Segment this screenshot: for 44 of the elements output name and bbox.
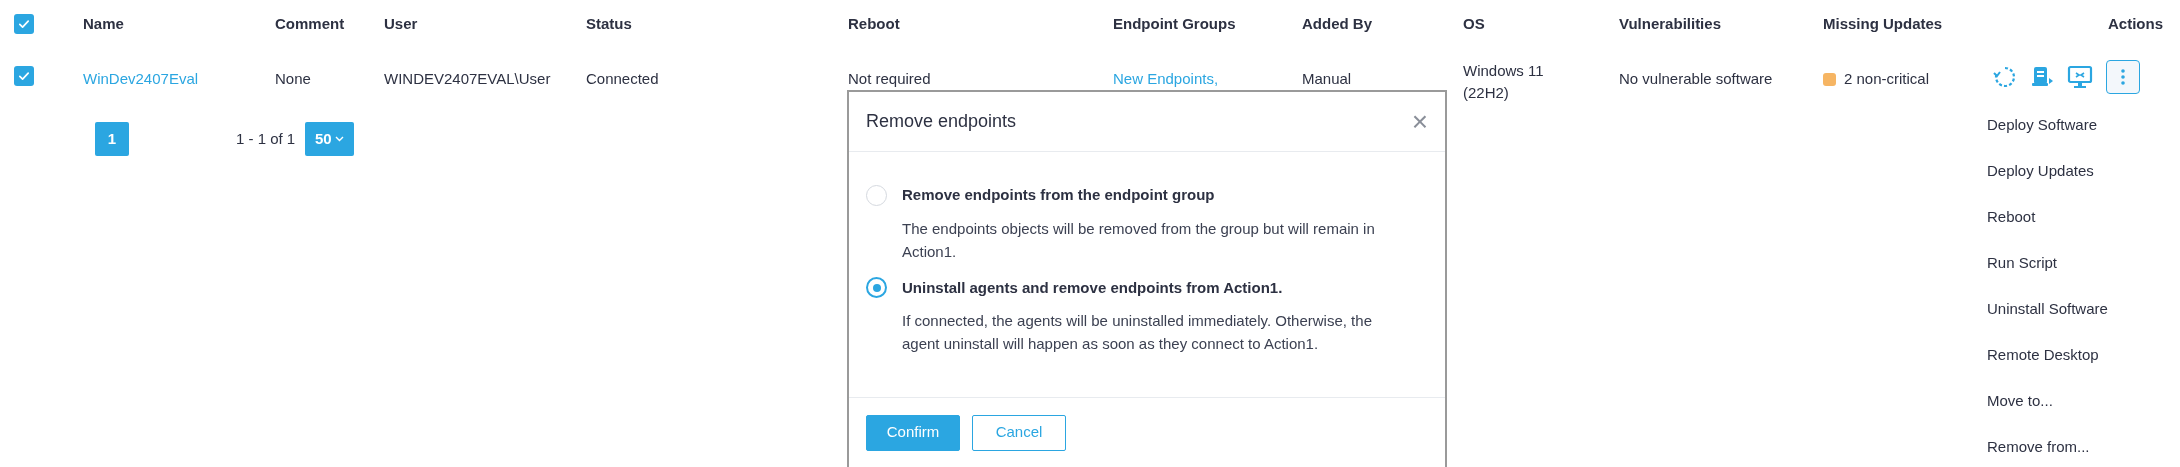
- column-header: Vulnerabilities: [1619, 15, 1721, 32]
- dialog-title: Remove endpoints: [866, 110, 1017, 133]
- checkbox[interactable]: [14, 14, 34, 34]
- table-cell-text: No vulnerable software: [1619, 69, 1774, 89]
- table-cell-text: Windows 11 (22H2): [1463, 61, 1545, 103]
- table-cell-text: Connected: [586, 69, 660, 89]
- page-range: 1 - 1 of 1: [236, 128, 297, 149]
- menu-item[interactable]: Deploy Software: [1972, 102, 2172, 148]
- table-cell-text: None: [275, 69, 312, 89]
- table-cell-text: Manual: [1302, 69, 1353, 89]
- script-play-icon[interactable]: [2030, 65, 2054, 89]
- option-description: The endpoints objects will be removed from the group but will remain in Action1.: [901, 218, 1376, 262]
- column-header: Added By: [1302, 15, 1372, 32]
- check-icon: [17, 17, 31, 31]
- menu-item[interactable]: Reboot: [1972, 194, 2172, 240]
- table-cell-text: Not required: [848, 69, 932, 89]
- column-header: User: [384, 15, 418, 32]
- column-header: OS: [1463, 15, 1485, 32]
- column-header: Missing Updates: [1823, 15, 1943, 32]
- column-header: Endpoint Groups: [1113, 15, 1236, 32]
- remote-desktop-icon[interactable]: [2067, 65, 2093, 89]
- column-header: Actions: [2108, 15, 2163, 32]
- reboot-icon[interactable]: [1993, 65, 2017, 89]
- menu-item[interactable]: Deploy Updates: [1972, 148, 2172, 194]
- column-header: Comment: [275, 15, 345, 32]
- menu-item[interactable]: Run Script: [1972, 240, 2172, 286]
- menu-item[interactable]: Move to...: [1972, 378, 2172, 424]
- table-cell-text: WINDEV2407EVAL\User: [384, 69, 552, 89]
- more-button[interactable]: [2106, 60, 2140, 94]
- menu-item[interactable]: Uninstall Software: [1972, 286, 2172, 332]
- menu-item[interactable]: Remove from...: [1972, 424, 2172, 467]
- radio-button[interactable]: [866, 277, 887, 299]
- option-description: If connected, the agents will be uninstalled immediately. Otherwise, the agent uninstall will happen as soon as they connect to Action1.: [901, 311, 1373, 354]
- caret-icon: [334, 136, 344, 142]
- menu-item[interactable]: Remote Desktop: [1972, 332, 2172, 378]
- option-label: Remove endpoints from the endpoint group: [902, 185, 1215, 205]
- more-icon: [2121, 69, 2125, 85]
- column-header: Status: [586, 15, 632, 32]
- check-icon: [17, 69, 31, 83]
- column-header: Name: [83, 15, 124, 32]
- checkbox[interactable]: [14, 66, 34, 86]
- table-cell-text: 2 non-critical: [1844, 69, 1930, 89]
- column-header: Reboot: [848, 15, 900, 32]
- option-label: Uninstall agents and remove endpoints from Action1.: [902, 277, 1283, 298]
